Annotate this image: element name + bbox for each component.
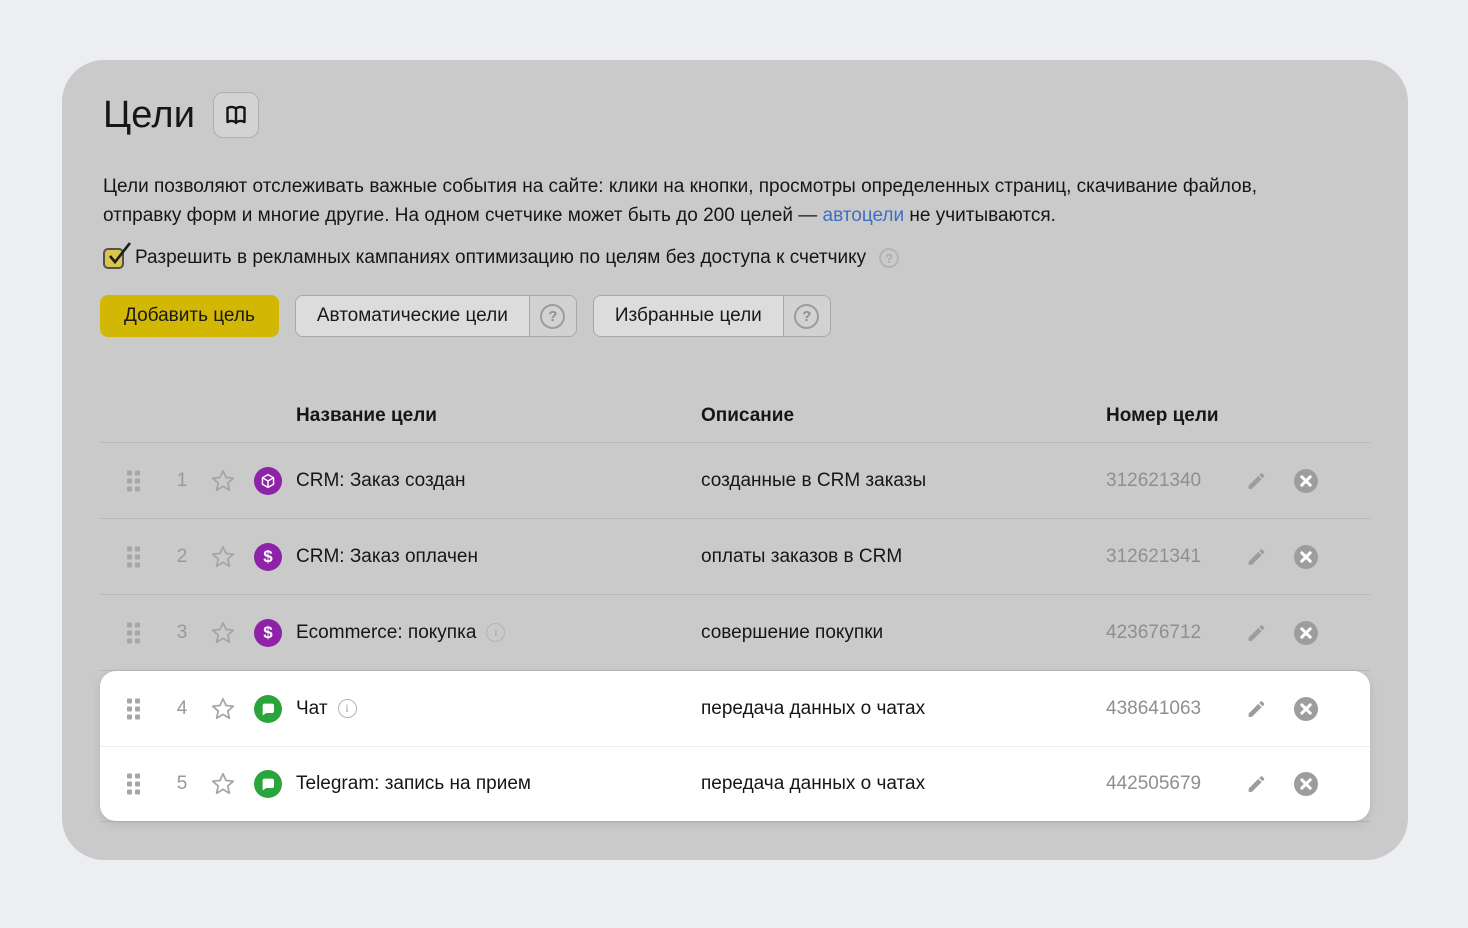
goal-name-cell: Telegram: запись на прием i — [296, 773, 531, 795]
auto-goals-label[interactable]: Автоматические цели — [296, 296, 529, 336]
goal-description: передача данных о чатах — [701, 773, 925, 795]
goal-name: Ecommerce: покупка — [296, 622, 476, 644]
goal-description: передача данных о чатах — [701, 698, 925, 720]
intro-text: Цели позволяют отслеживать важные событи… — [100, 172, 1310, 230]
table-row: 2 $ CRM: Заказ оплачен i опл — [100, 519, 1370, 595]
drag-handle-icon[interactable] — [127, 774, 140, 795]
star-icon[interactable] — [210, 544, 236, 570]
autogoals-link[interactable]: автоцели — [823, 205, 905, 226]
page-title: Цели — [103, 94, 195, 137]
table-row: 1 $ CRM: Заказ создан i созд — [100, 443, 1370, 519]
goal-number: 312621341 — [1106, 546, 1201, 568]
star-icon[interactable] — [210, 771, 236, 797]
drag-handle-icon[interactable] — [127, 698, 140, 719]
goal-description: оплаты заказов в CRM — [701, 546, 902, 568]
drag-handle-icon[interactable] — [127, 470, 140, 491]
goal-type-icon: $ — [254, 695, 282, 723]
goal-description: созданные в CRM заказы — [701, 470, 926, 492]
goal-name-cell: CRM: Заказ оплачен i — [296, 546, 478, 568]
goal-type-icon: $ — [254, 770, 282, 798]
question-icon: ? — [540, 304, 565, 329]
row-index: 1 — [170, 470, 194, 492]
star-icon[interactable] — [210, 468, 236, 494]
edit-icon[interactable] — [1246, 470, 1267, 491]
row-index: 5 — [170, 773, 194, 795]
column-header-number: Номер цели — [1106, 405, 1219, 427]
question-icon: ? — [794, 304, 819, 329]
goal-name-cell: Чат i — [296, 698, 357, 720]
chat-icon — [260, 701, 276, 717]
dollar-icon: $ — [263, 548, 272, 565]
column-header-name: Название цели — [296, 405, 437, 427]
info-icon[interactable]: i — [486, 623, 505, 642]
add-goal-button[interactable]: Добавить цель — [100, 295, 279, 337]
delete-icon[interactable] — [1293, 696, 1319, 722]
table-row: 5 $ Telegram: запись на прием i — [100, 746, 1370, 821]
goals-table: Название цели Описание Номер цели 1 $ — [100, 395, 1370, 822]
favorite-goals-button[interactable]: Избранные цели ? — [593, 295, 831, 337]
goal-name: Чат — [296, 698, 328, 720]
delete-icon[interactable] — [1293, 544, 1319, 570]
drag-handle-icon[interactable] — [127, 622, 140, 643]
delete-icon[interactable] — [1293, 771, 1319, 797]
rows-default: 1 $ CRM: Заказ создан i созд — [100, 443, 1370, 671]
table-bottom-divider — [100, 821, 1370, 822]
optin-label: Разрешить в рекламных кампаниях оптимиза… — [135, 247, 866, 269]
auto-goals-button[interactable]: Автоматические цели ? — [295, 295, 577, 337]
goal-name: Telegram: запись на прием — [296, 773, 531, 795]
goal-number: 442505679 — [1106, 773, 1201, 795]
goal-name: CRM: Заказ оплачен — [296, 546, 478, 568]
star-icon[interactable] — [210, 696, 236, 722]
column-header-description: Описание — [701, 405, 794, 427]
info-icon[interactable]: i — [338, 699, 357, 718]
row-index: 4 — [170, 698, 194, 720]
intro-text-part2: не учитываются. — [904, 205, 1056, 226]
edit-icon[interactable] — [1246, 774, 1267, 795]
goal-number: 438641063 — [1106, 698, 1201, 720]
edit-icon[interactable] — [1246, 546, 1267, 567]
star-icon[interactable] — [210, 620, 236, 646]
goal-description: совершение покупки — [701, 622, 883, 644]
auto-goals-help[interactable]: ? — [529, 296, 576, 336]
goal-number: 423676712 — [1106, 622, 1201, 644]
cube-icon — [259, 472, 277, 490]
optin-row: Разрешить в рекламных кампаниях оптимиза… — [100, 247, 1370, 269]
drag-handle-icon[interactable] — [127, 546, 140, 567]
page-header: Цели — [100, 92, 1370, 138]
row-index: 2 — [170, 546, 194, 568]
docs-button[interactable] — [213, 92, 259, 138]
optin-checkbox[interactable] — [103, 248, 124, 269]
row-index: 3 — [170, 622, 194, 644]
delete-icon[interactable] — [1293, 468, 1319, 494]
edit-icon[interactable] — [1246, 622, 1267, 643]
goal-number: 312621340 — [1106, 470, 1201, 492]
chat-icon — [260, 776, 276, 792]
goal-name: CRM: Заказ создан — [296, 470, 465, 492]
table-header: Название цели Описание Номер цели — [100, 395, 1370, 443]
book-icon — [223, 104, 249, 126]
delete-icon[interactable] — [1293, 620, 1319, 646]
intro-text-part1: Цели позволяют отслеживать важные событи… — [103, 176, 1257, 226]
goal-type-icon: $ — [254, 467, 282, 495]
table-row: 3 $ Ecommerce: покупка i сов — [100, 595, 1370, 671]
table-row: 4 $ Чат i передача данных о — [100, 671, 1370, 746]
toolbar: Добавить цель Автоматические цели ? Избр… — [100, 295, 1370, 337]
goals-panel: Цели Цели позволяют отслеживать важные с… — [62, 60, 1408, 860]
edit-icon[interactable] — [1246, 698, 1267, 719]
help-icon[interactable]: ? — [879, 248, 899, 268]
favorite-goals-help[interactable]: ? — [783, 296, 830, 336]
goal-name-cell: CRM: Заказ создан i — [296, 470, 465, 492]
dollar-icon: $ — [263, 624, 272, 641]
checkmark-icon — [106, 241, 134, 269]
favorite-goals-label[interactable]: Избранные цели — [594, 296, 783, 336]
rows-highlighted: 4 $ Чат i передача данных о — [100, 671, 1370, 821]
goal-type-icon: $ — [254, 543, 282, 571]
goal-type-icon: $ — [254, 619, 282, 647]
goal-name-cell: Ecommerce: покупка i — [296, 622, 505, 644]
